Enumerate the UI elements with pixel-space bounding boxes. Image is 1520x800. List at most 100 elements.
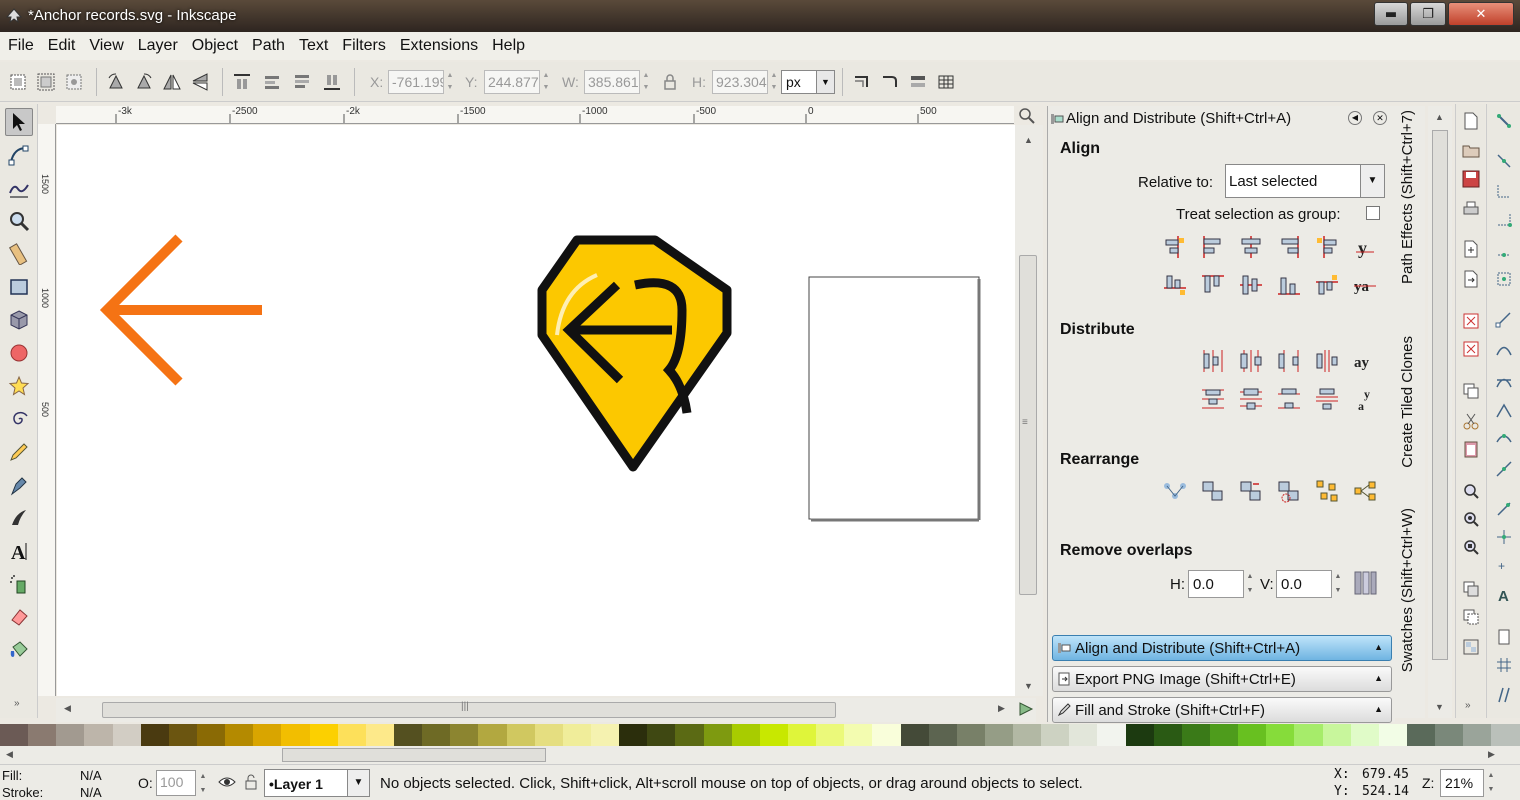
snap-path-icon[interactable]: [1495, 340, 1513, 358]
menu-help[interactable]: Help: [492, 37, 525, 55]
palette-swatch[interactable]: [56, 724, 85, 746]
palette-swatch[interactable]: [1378, 724, 1408, 746]
align-right-to-left-icon[interactable]: [1162, 234, 1188, 260]
overlap-h-input[interactable]: 0.0: [1188, 570, 1244, 598]
distribute-centers-vertical-icon[interactable]: [1238, 386, 1264, 412]
palette-swatch[interactable]: [1181, 724, 1211, 746]
lock-icon[interactable]: [660, 72, 680, 92]
palette-swatch[interactable]: [1350, 724, 1379, 746]
exchange-positions-clockwise-icon[interactable]: [1276, 478, 1302, 504]
palette-swatch[interactable]: [140, 724, 169, 746]
align-bottom-edges-icon[interactable]: [1276, 272, 1302, 298]
palette-swatch[interactable]: [337, 724, 366, 746]
zoom-drawing-icon[interactable]: [1462, 510, 1480, 528]
distribute-bottom-edges-icon[interactable]: [1276, 386, 1302, 412]
expander-align-distribute[interactable]: Align and Distribute (Shift+Ctrl+A) ▲: [1052, 635, 1392, 661]
scroll-down-icon[interactable]: ▼: [1435, 702, 1444, 712]
snap-bbox-edge-icon[interactable]: [1495, 182, 1513, 200]
paint-bucket-tool[interactable]: [5, 636, 33, 664]
align-right-edges-icon[interactable]: [1276, 234, 1302, 260]
relative-to-select[interactable]: Last selected ▼: [1225, 164, 1385, 198]
menu-filters[interactable]: Filters: [342, 37, 386, 55]
palette-swatch[interactable]: [393, 724, 423, 746]
horizontal-scroll-thumb[interactable]: [102, 702, 836, 718]
align-left-edges-icon[interactable]: [1200, 234, 1226, 260]
rotate-cw-icon[interactable]: [134, 72, 154, 92]
palette-swatch[interactable]: [506, 724, 535, 746]
select-all-icon[interactable]: [8, 72, 28, 92]
scroll-right-icon[interactable]: ▶: [998, 703, 1005, 714]
palette-swatch[interactable]: [1407, 724, 1436, 746]
height-input[interactable]: 923.304: [712, 70, 768, 94]
text-tool[interactable]: A: [5, 537, 33, 565]
palette-swatch[interactable]: [478, 724, 507, 746]
rectangle-tool[interactable]: [5, 273, 33, 301]
snap-rotation-center-icon[interactable]: [1495, 528, 1513, 546]
distribute-centers-horizontal-icon[interactable]: [1238, 348, 1264, 374]
dialog-close-icon[interactable]: ✕: [1373, 111, 1387, 125]
deselect-icon[interactable]: [64, 72, 84, 92]
y-coordinate-input[interactable]: 244.877: [484, 70, 540, 94]
rotate-ccw-icon[interactable]: [106, 72, 126, 92]
pen-tool[interactable]: [5, 471, 33, 499]
drawing-canvas[interactable]: [57, 125, 1015, 696]
ellipse-tool[interactable]: [5, 339, 33, 367]
zoom-page-icon[interactable]: [1462, 538, 1480, 556]
scroll-right-icon[interactable]: ▶: [1488, 749, 1495, 760]
orange-arrow[interactable]: [99, 234, 262, 386]
canvas-horizontal-scrollbar[interactable]: ◀ ||| ▶: [56, 698, 1036, 722]
palette-swatch[interactable]: [1463, 724, 1492, 746]
x-spinner[interactable]: ▲ ▼: [445, 70, 455, 94]
scroll-left-icon[interactable]: ◀: [64, 703, 71, 714]
unclump-objects-icon[interactable]: [1352, 478, 1378, 504]
graph-layout-icon[interactable]: [1162, 478, 1188, 504]
layer-select[interactable]: •Layer 1 ▼: [264, 769, 370, 797]
zoom-input[interactable]: 21%: [1440, 769, 1484, 797]
anchor-shield-logo[interactable]: [537, 235, 732, 472]
palette-swatch[interactable]: [1238, 724, 1267, 746]
tweak-tool[interactable]: [5, 174, 33, 202]
palette-scrollbar[interactable]: ◀ ▶: [0, 746, 1520, 764]
move-gradients-icon[interactable]: [908, 72, 928, 92]
canvas-vertical-scrollbar[interactable]: ▲ ≡ ▼: [1015, 125, 1043, 696]
palette-swatch[interactable]: [984, 724, 1014, 746]
tab-swatches[interactable]: Swatches (Shift+Ctrl+W): [1399, 508, 1416, 672]
snap-bbox-icon[interactable]: [1495, 152, 1513, 170]
scroll-left-icon[interactable]: ◀: [6, 749, 13, 760]
paste-icon[interactable]: [1462, 440, 1480, 458]
snap-guide-icon[interactable]: [1495, 686, 1513, 704]
snap-line-midpoint-icon[interactable]: [1495, 460, 1513, 478]
close-button[interactable]: ✕: [1448, 2, 1514, 26]
palette-swatch[interactable]: [703, 724, 732, 746]
menu-view[interactable]: View: [89, 37, 123, 55]
group-icon[interactable]: [1462, 638, 1480, 656]
scroll-up-icon[interactable]: ▲: [1024, 135, 1033, 145]
width-spinner[interactable]: ▲ ▼: [641, 70, 651, 94]
palette-scroll-thumb[interactable]: [282, 748, 546, 762]
align-left-to-right-icon[interactable]: [1314, 234, 1340, 260]
menu-edit[interactable]: Edit: [48, 37, 76, 55]
pencil-tool[interactable]: [5, 438, 33, 466]
palette-swatch[interactable]: [168, 724, 197, 746]
snap-bbox-midpoint-icon[interactable]: [1495, 240, 1513, 258]
palette-swatch[interactable]: [1435, 724, 1464, 746]
color-palette[interactable]: [0, 724, 1520, 746]
layer-lock-icon[interactable]: [244, 773, 258, 791]
selector-tool[interactable]: [5, 108, 33, 136]
scale-corners-icon[interactable]: [880, 72, 900, 92]
lower-to-bottom-icon[interactable]: [322, 72, 342, 92]
distribute-gaps-horizontal-icon[interactable]: [1314, 348, 1340, 374]
scroll-up-icon[interactable]: ▲: [1435, 112, 1444, 122]
remove-overlaps-icon[interactable]: [1352, 570, 1378, 596]
toolbox-more-icon[interactable]: »: [14, 698, 20, 709]
distribute-gaps-vertical-icon[interactable]: [1314, 386, 1340, 412]
flip-horizontal-icon[interactable]: [162, 72, 182, 92]
commands-more-icon[interactable]: »: [1465, 700, 1471, 711]
palette-swatch[interactable]: [590, 724, 620, 746]
lower-icon[interactable]: [292, 72, 312, 92]
palette-swatch[interactable]: [1125, 724, 1154, 746]
snap-enable-icon[interactable]: [1495, 112, 1513, 130]
calligraphy-tool[interactable]: [5, 504, 33, 532]
palette-swatch[interactable]: [1013, 724, 1042, 746]
palette-swatch[interactable]: [731, 724, 760, 746]
